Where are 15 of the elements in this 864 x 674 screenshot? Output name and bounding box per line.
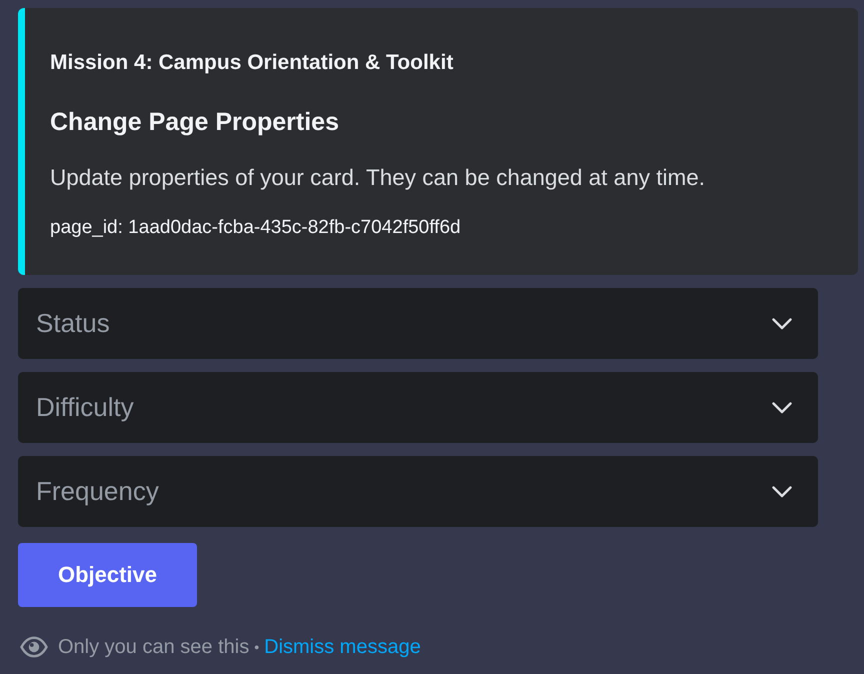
embed-description: Update properties of your card. They can be changed at any time. bbox=[50, 164, 706, 192]
visibility-note: Only you can see this bbox=[58, 635, 250, 660]
select-dropdown[interactable]: Frequency bbox=[18, 456, 818, 527]
separator: • bbox=[254, 638, 260, 657]
select-dropdown[interactable]: Difficulty bbox=[18, 372, 818, 443]
chevron-down-icon bbox=[772, 402, 792, 414]
chevron-down-icon bbox=[772, 486, 792, 498]
dismiss-message-link[interactable]: Dismiss message bbox=[264, 634, 421, 660]
page-id-text: page_id: 1aad0dac-fcba-435c-82fb-c7042f50ff6d bbox=[50, 216, 462, 240]
embed-title: Change Page Properties bbox=[50, 107, 340, 138]
objective-button[interactable]: Objective bbox=[18, 543, 197, 607]
embed-author: Mission 4: Campus Orientation & Toolkit bbox=[50, 50, 454, 76]
select-dropdown[interactable]: Status bbox=[18, 288, 818, 359]
chevron-down-icon bbox=[772, 318, 792, 330]
eye-icon bbox=[20, 636, 48, 658]
